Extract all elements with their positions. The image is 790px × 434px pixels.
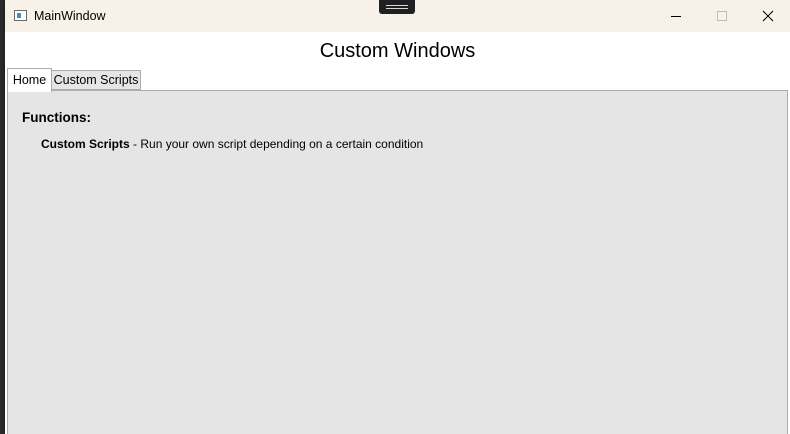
function-name: Custom Scripts — [41, 137, 130, 151]
function-separator: - — [129, 137, 141, 151]
tab-home[interactable]: Home — [7, 68, 52, 92]
main-window: MainWindow Custom Windows Home Custom Sc… — [5, 0, 790, 434]
window-title: MainWindow — [34, 9, 106, 23]
snap-layout-handle[interactable] — [379, 0, 415, 14]
title-bar[interactable]: MainWindow — [5, 0, 790, 32]
maximize-button[interactable] — [699, 0, 745, 32]
function-item: Custom Scripts - Run your own script dep… — [41, 137, 423, 151]
function-description: Run your own script depending on a certa… — [140, 137, 424, 151]
maximize-icon — [717, 11, 727, 21]
minimize-button[interactable] — [653, 0, 699, 32]
app-window-icon — [14, 10, 27, 21]
functions-heading: Functions: — [22, 110, 91, 125]
minimize-icon — [671, 16, 681, 17]
page-title: Custom Windows — [319, 40, 476, 62]
close-button[interactable] — [745, 0, 790, 32]
close-icon — [762, 10, 774, 22]
tab-custom-scripts[interactable]: Custom Scripts — [52, 70, 141, 90]
tab-content-panel: Functions: Custom Scripts - Run your own… — [7, 90, 788, 434]
